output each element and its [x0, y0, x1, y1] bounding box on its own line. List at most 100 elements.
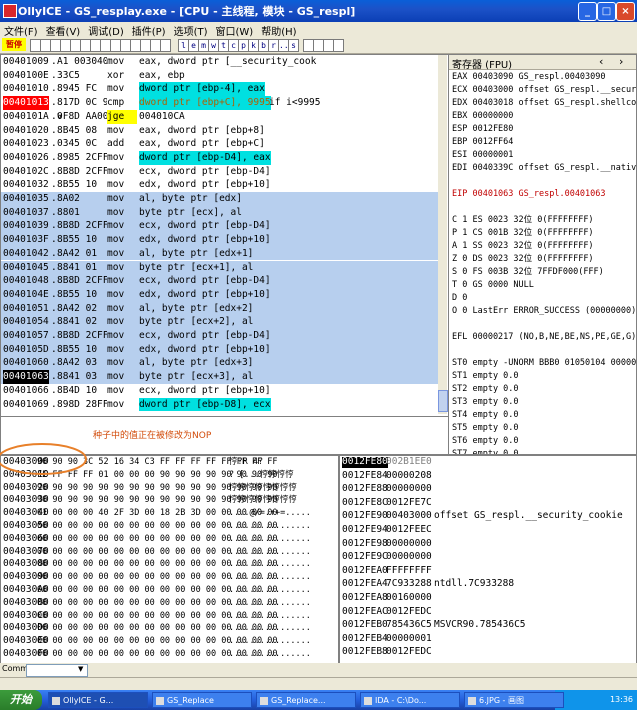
register-line[interactable]: ST1 empty 0.0	[452, 370, 519, 383]
register-line[interactable]: EBP 0012FF64	[452, 136, 513, 149]
disasm-row[interactable]: 00401013.817D 0C 9599(cmpdword ptr [ebp+…	[1, 96, 439, 110]
disasm-row[interactable]: 00401054. 8841 02 mov byte ptr [ecx+2], al	[1, 315, 439, 329]
disasm-row[interactable]: 00401026.8985 2CFFFFFFmovdword ptr [ebp-…	[1, 150, 439, 165]
register-line[interactable]: EAX 00403090 GS_respl.00403090	[452, 71, 606, 84]
register-line[interactable]: T 0 GS 0000 NULL	[452, 279, 534, 292]
disasm-row[interactable]: 00401057.8B8D 2CFFFFFFmovecx, dword ptr …	[1, 329, 439, 343]
taskbar-item[interactable]: OllyICE - G...	[48, 692, 148, 708]
register-line[interactable]: S 0 FS 003B 32位 7FFDF000(FFF)	[452, 266, 604, 279]
disasm-row[interactable]: 0040101A.v0F8D AA00000(jge004010CA	[1, 109, 439, 124]
stack-address: 0012FEB8	[342, 646, 388, 658]
stack-pane[interactable]: 0012FE80 002B1EE0 0012FE84 00000208 0012FE88…	[339, 455, 637, 664]
register-line[interactable]: ST6 empty 0.0	[452, 435, 519, 448]
maximize-button[interactable]: □	[597, 2, 616, 21]
disasm-operand: ecx, dword ptr [ebp+10]	[139, 384, 271, 396]
register-line[interactable]: C 1 ES 0023 32位 0(FFFFFFFF)	[452, 214, 594, 227]
disasm-hex: 8B55 10	[57, 179, 98, 191]
disasm-operand: eax, ebp	[139, 69, 185, 81]
disasm-hex: 0345 0C	[57, 138, 98, 150]
title-bar[interactable]: OllyICE - GS_resplay.exe - [CPU - 主线程, 模…	[0, 0, 637, 22]
register-line[interactable]: ST4 empty 0.0	[452, 409, 519, 422]
registers-pane[interactable]: 寄存器 (FPU) ‹ › EAX 00403090 GS_respl.0040…	[448, 54, 637, 455]
disasm-operand: ecx, dword ptr [ebp-D4]	[139, 330, 271, 341]
register-line[interactable]: EFL 00000217 (NO,B,NE,BE,NS,PE,GE,G)	[452, 331, 636, 344]
register-line[interactable]: EDX 00403018 offset GS_respl.shellcode	[452, 97, 636, 110]
disasm-row[interactable]: 00401066. 8B4D 10 mov ecx, dword ptr [ebp+1…	[1, 384, 439, 398]
toolbar-button-icon[interactable]	[333, 39, 344, 52]
disasm-row[interactable]: 00401023. 0345 0C add eax, dword ptr [ebp+C…	[1, 137, 439, 151]
disasm-row[interactable]: 0040100E. 33C5 xor eax, ebp	[1, 69, 439, 83]
disasm-mnemonic: mov	[107, 56, 125, 67]
disasm-operand: al, byte ptr [edx+2]	[139, 302, 254, 314]
toolbar: 暂停 l e m w t c p k b r... s	[0, 37, 637, 54]
disasm-row[interactable]: 00401032. 8B55 10 mov edx, dword ptr [ebp+1…	[1, 178, 439, 192]
disasm-operand: 004010CA	[139, 110, 185, 122]
start-button[interactable]: 开始	[0, 690, 42, 710]
disasm-row[interactable]: 0040102C.8B8D 2CFFFFFFmovecx, dword ptr …	[1, 165, 439, 179]
disasm-hex: 8B45 08	[57, 124, 98, 136]
toolbar-button-icon[interactable]	[160, 39, 171, 52]
disasm-row[interactable]: 00401037. 8801 mov byte ptr [ecx], al	[1, 205, 439, 220]
taskbar-item[interactable]: GS_Replace...	[256, 692, 356, 708]
register-line[interactable]: ST7 empty 0.0	[452, 448, 519, 454]
stack-address: 0012FE98	[342, 537, 388, 549]
disassembly-scrollbar[interactable]	[438, 55, 448, 414]
chevron-down-icon[interactable]: ▼	[78, 665, 83, 673]
stack-comment: offset GS_respl.__security_cookie	[434, 510, 623, 522]
register-line[interactable]: D 0	[452, 292, 467, 305]
dump-ascii: ................	[229, 649, 311, 659]
register-line[interactable]: EIP 00401063 GS_respl.00401063	[452, 188, 606, 201]
disasm-mnemonic: mov	[107, 179, 125, 191]
arrow-left-icon[interactable]: ‹	[599, 55, 603, 68]
disasm-hex: 8B55 10	[57, 288, 98, 300]
register-line[interactable]: ESI 00000001	[452, 149, 513, 162]
disasm-operand: ecx, dword ptr [ebp-D4]	[139, 275, 271, 287]
memory-dump-pane[interactable]: 00403000 90 90 90 3C 52 16 34 C3 FF FF FF…	[0, 455, 339, 664]
register-line[interactable]: ECX 00403000 offset GS_respl.__security_…	[452, 84, 636, 97]
scrollbar-thumb[interactable]	[438, 390, 448, 412]
taskbar-item[interactable]: GS_Replace	[152, 692, 252, 708]
taskbar-item[interactable]: 6.JPG - 画图	[464, 692, 564, 708]
disasm-row[interactable]: 00401042. 8A42 01 mov al, byte ptr [edx+1]	[1, 246, 439, 261]
disasm-row[interactable]: 00401039.8B8D 2CFFFFFFmovecx, dword ptr …	[1, 219, 439, 234]
disasm-hex: 817D 0C 9599(	[57, 97, 107, 109]
disasm-row[interactable]: 00401060. 8A42 03 mov al, byte ptr [edx+3]	[1, 356, 439, 371]
disasm-hex: 898D 28FFFFFF	[57, 398, 107, 410]
toolbar-letter-button[interactable]: s	[288, 39, 299, 52]
disasm-row[interactable]: 00401051. 8A42 02 mov al, byte ptr [edx+2]	[1, 301, 439, 316]
disasm-row[interactable]: 00401010. 8945 FC mov dword ptr [ebp-4], ea…	[1, 82, 439, 97]
taskbar-item[interactable]: IDA - C:\Do...	[360, 692, 460, 708]
register-line[interactable]: ST0 empty -UNORM BBB0 01050104 00000000	[452, 357, 636, 370]
register-line[interactable]: EDI 0040339C offset GS_respl.__native_st…	[452, 162, 636, 175]
register-line[interactable]: ESP 0012FE80	[452, 123, 513, 136]
disasm-hex: 8A42 02	[57, 302, 98, 314]
disasm-row[interactable]: 00401048.8B8D 2CFFFFFFmovecx, dword ptr …	[1, 274, 439, 288]
disasm-hex: 8B4D 10	[57, 384, 98, 396]
register-line[interactable]: ST3 empty 0.0	[452, 396, 519, 409]
disasm-row[interactable]: 00401069.898D 28FFFFFFmovdword ptr [ebp-…	[1, 397, 439, 412]
disasm-row[interactable]: 0040103F. 8B55 10 mov edx, dword ptr [ebp+1…	[1, 233, 439, 247]
disasm-row[interactable]: 00401009.A1 00304000moveax, dword ptr [_…	[1, 55, 439, 69]
register-line[interactable]: O 0 LastErr ERROR_SUCCESS (00000000)	[452, 305, 636, 318]
arrow-right-icon[interactable]: ›	[619, 55, 623, 68]
disasm-address: 00401045	[3, 261, 49, 273]
disasm-row[interactable]: 00401035. 8A02 mov al, byte ptr [edx]	[1, 192, 439, 206]
disassembly-pane[interactable]: 00401009.A1 00304000moveax, dword ptr [_…	[0, 54, 449, 417]
register-line[interactable]: Z 0 DS 0023 32位 0(FFFFFFFF)	[452, 253, 594, 266]
close-button[interactable]: ×	[616, 2, 635, 21]
pause-status: 暂停	[2, 38, 26, 51]
disasm-address: 0040102C	[3, 165, 49, 177]
disasm-row[interactable]: 0040105D. 8B55 10 mov edx, dword ptr [ebp+1…	[1, 342, 439, 357]
register-line[interactable]: ST2 empty 0.0	[452, 383, 519, 396]
window-icon	[156, 697, 164, 705]
register-line[interactable]: ST5 empty 0.0	[452, 422, 519, 435]
disasm-operand: ecx, dword ptr [ebp-D4]	[139, 220, 271, 232]
register-line[interactable]: P 1 CS 001B 32位 0(FFFFFFFF)	[452, 227, 594, 240]
register-line[interactable]: EBX 00000000	[452, 110, 513, 123]
disasm-row[interactable]: 00401020. 8B45 08 mov eax, dword ptr [ebp+8…	[1, 124, 439, 138]
register-line[interactable]: A 1 SS 0023 32位 0(FFFFFFFF)	[452, 240, 594, 253]
minimize-button[interactable]: _	[578, 2, 597, 21]
disasm-row[interactable]: 00401063. 8841 03 mov byte ptr [ecx+3], al	[1, 370, 439, 384]
disasm-row[interactable]: 0040104E. 8B55 10 mov edx, dword ptr [ebp+1…	[1, 287, 439, 302]
disasm-row[interactable]: 00401045. 8841 01 mov byte ptr [ecx+1], al	[1, 260, 439, 275]
